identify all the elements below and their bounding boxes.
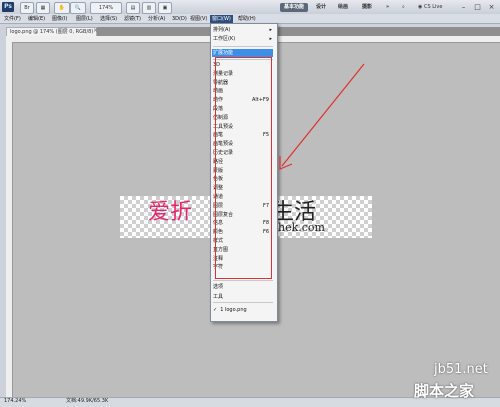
menu-filter[interactable]: 滤镜(T): [122, 15, 143, 23]
logo-text-cn-left: 爱折: [148, 200, 193, 225]
minimize-icon[interactable]: –: [458, 2, 469, 12]
menu-image[interactable]: 图像(I): [50, 15, 69, 23]
minibridge-button[interactable]: ▦: [36, 2, 50, 14]
checkmark-icon: ✓: [213, 307, 218, 313]
workspace-essentials-button[interactable]: 基本功能: [280, 3, 309, 12]
arrange-documents-button[interactable]: ▥: [142, 2, 156, 14]
menu-3d[interactable]: 3D(D): [170, 15, 189, 23]
hand-tool-icon[interactable]: ✋: [54, 2, 70, 14]
window-menu-item[interactable]: 工作区(K) ▸: [212, 35, 273, 43]
menu-item-label: 排列(A): [213, 27, 231, 33]
zoom-readout[interactable]: 174.24%: [4, 397, 26, 406]
photoshop-logo: Ps: [2, 2, 14, 12]
menu-select[interactable]: 选择(S): [98, 15, 119, 23]
view-extras-button[interactable]: ▤: [126, 2, 140, 14]
cs-live-button[interactable]: ◉ CS Live: [414, 3, 446, 12]
logo-text-en: hek.com: [278, 221, 325, 234]
close-tab-icon[interactable]: ×: [93, 27, 101, 35]
menu-file[interactable]: 文件(F): [2, 15, 23, 23]
menu-help[interactable]: 帮助(H): [236, 15, 258, 23]
window-menu-open-document[interactable]: ✓ 1 logo.png: [212, 306, 273, 314]
menu-analysis[interactable]: 分析(A): [146, 15, 167, 23]
zoom-tool-icon[interactable]: 🔍: [70, 2, 86, 14]
menu-separator: [213, 280, 273, 281]
workspace-painting-button[interactable]: 绘画: [334, 3, 352, 12]
workspace-photography-button[interactable]: 摄影: [358, 3, 376, 12]
annotation-arrow: [279, 63, 365, 170]
annotation-highlight-box: [215, 57, 272, 279]
submenu-arrow-icon: ▸: [269, 27, 272, 33]
bridge-button[interactable]: Br: [20, 2, 34, 14]
menu-layer[interactable]: 图层(L): [74, 15, 95, 23]
menu-view[interactable]: 视图(V): [188, 15, 209, 23]
menu-window[interactable]: 窗口(W): [210, 15, 233, 23]
menu-item-label: 扩展功能: [213, 50, 234, 56]
window-menu-item[interactable]: 选项: [212, 283, 273, 291]
menu-separator: [213, 46, 273, 47]
menu-item-label: 1 logo.png: [220, 307, 247, 313]
search-icon[interactable]: ⌕: [398, 3, 409, 12]
more-workspaces-button[interactable]: »: [382, 3, 393, 12]
cs-live-label: CS Live: [423, 4, 443, 10]
document-size-readout[interactable]: 文档:49.9K/65.3K: [66, 397, 108, 406]
window-menu-item[interactable]: 工具: [212, 293, 273, 301]
menu-item-label: 选项: [213, 284, 224, 290]
submenu-arrow-icon: ▸: [269, 36, 272, 42]
window-menu-item[interactable]: 排列(A) ▸: [212, 26, 273, 34]
menu-item-label: 工作区(K): [213, 36, 236, 42]
document-tab[interactable]: logo.png @ 174% (图层 0, RGB/8): [6, 27, 97, 36]
menu-item-label: 工具: [213, 294, 224, 300]
vertical-ruler: [6, 42, 13, 397]
watermark-site: jb51.net: [434, 362, 488, 377]
menu-separator: [213, 302, 273, 303]
window-menu-item-extension[interactable]: 扩展功能: [212, 49, 273, 57]
workspace-design-button[interactable]: 设计: [312, 3, 330, 12]
zoom-level-select[interactable]: 174%: [90, 2, 122, 14]
maximize-icon[interactable]: □: [472, 2, 483, 12]
close-icon[interactable]: ×: [486, 2, 497, 12]
screen-mode-button[interactable]: ▣: [158, 2, 172, 14]
menu-edit[interactable]: 编辑(E): [26, 15, 47, 23]
watermark-brand: 脚本之家: [414, 382, 475, 400]
